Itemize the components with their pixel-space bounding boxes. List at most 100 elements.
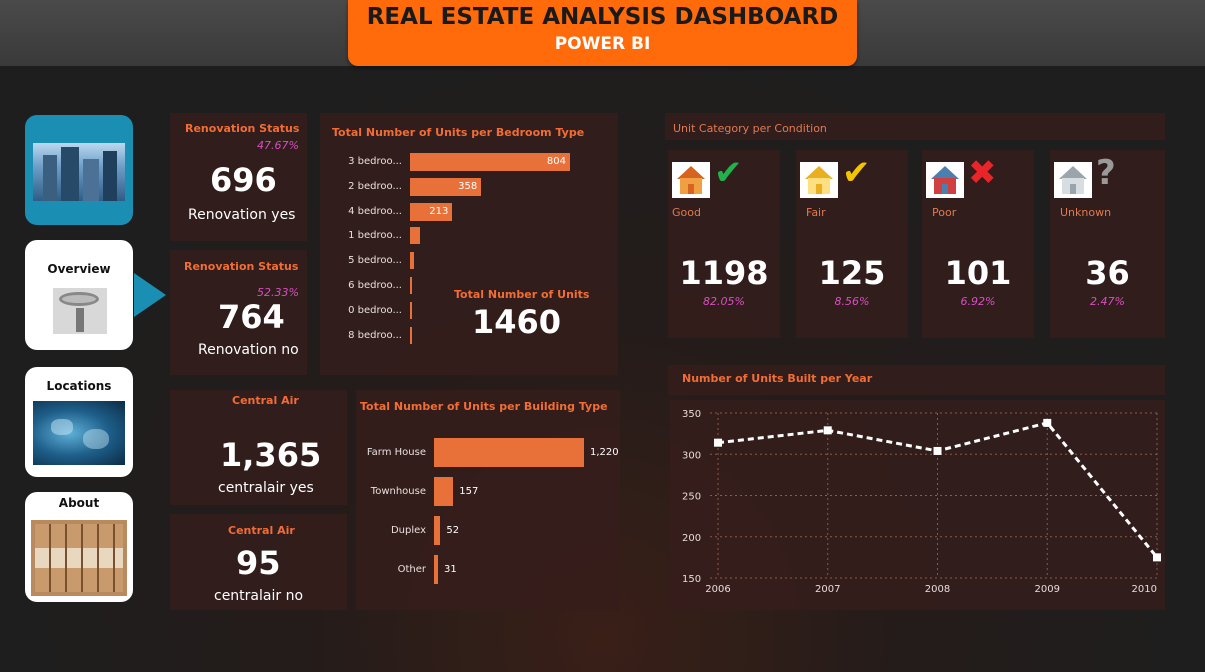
- total-units-label: Total Number of Units: [454, 288, 590, 301]
- renovation-yes-value: 696: [210, 161, 277, 199]
- bar-value-label: 804: [546, 156, 566, 167]
- condition-name: Unknown: [1060, 206, 1112, 219]
- dashboard-title: REAL ESTATE ANALYSIS DASHBOARD: [366, 4, 839, 30]
- condition-value: 101: [944, 254, 1012, 292]
- central-air-no-card: Central Air 95 centralair no: [170, 514, 347, 610]
- bar-category-label: 8 bedroo...: [348, 329, 402, 341]
- y-tick-label: 200: [682, 533, 701, 544]
- year-chart-header: Number of Units Built per Year: [668, 365, 1165, 395]
- y-tick-label: 300: [682, 450, 701, 461]
- condition-name: Good: [672, 206, 701, 219]
- data-point[interactable]: [823, 426, 832, 435]
- y-tick-label: 250: [682, 492, 701, 503]
- check-icon: ✔: [714, 153, 743, 193]
- bar-category-label: 6 bedroo...: [348, 280, 402, 291]
- condition-name: Fair: [806, 206, 826, 219]
- card-title: Renovation Status: [185, 122, 300, 135]
- condition-percentage: 6.92%: [960, 295, 996, 308]
- bar-category-label: Other: [397, 564, 426, 575]
- condition-card-unknown: ? Unknown 36 2.47%: [1050, 150, 1165, 338]
- nav-about-label: About: [58, 496, 100, 510]
- nav-locations-label: Locations: [46, 379, 112, 393]
- dashboard-subtitle: POWER BI: [554, 34, 651, 54]
- data-point[interactable]: [1153, 553, 1161, 562]
- data-point[interactable]: [1043, 418, 1052, 427]
- card-title: Central Air: [228, 524, 295, 537]
- x-tick-label: 2009: [1035, 584, 1060, 595]
- bar-category-label: Duplex: [390, 525, 426, 536]
- bar[interactable]: [410, 227, 420, 245]
- data-point[interactable]: [714, 438, 722, 447]
- condition-value: 36: [1085, 254, 1130, 292]
- bar-category-label: 3 bedroo...: [348, 156, 402, 167]
- nav-locations-button[interactable]: Locations: [25, 367, 133, 477]
- bar-category-label: 5 bedroo...: [348, 255, 402, 267]
- condition-percentage: 82.05%: [703, 295, 745, 308]
- bar-value-label: 52: [446, 525, 460, 536]
- condition-card-poor: ✖ Poor 101 6.92%: [922, 150, 1034, 338]
- house-fair-icon: [800, 162, 838, 198]
- x-tick-label: 2006: [705, 584, 730, 595]
- year-chart-panel: 350 300 250 200 150 2006 2007 2008 2009 2010: [670, 400, 1165, 610]
- nav-overview-button[interactable]: Overview: [25, 240, 133, 350]
- data-point[interactable]: [933, 446, 942, 455]
- central-air-yes-card: Central Air 1,365 centralair yes: [170, 390, 347, 505]
- bedroom-chart-panel: Total Number of Units per Bedroom Type 3…: [320, 113, 618, 375]
- central-air-yes-label: centralair yes: [218, 480, 314, 496]
- x-tick-label: 2007: [815, 584, 840, 595]
- bar[interactable]: [410, 252, 415, 270]
- bedroom-bar-chart: 3 bedroo... 804 2 bedroo... 358 4 bedroo... 2…: [320, 113, 618, 375]
- condition-title: Unit Category per Condition: [673, 122, 827, 135]
- bar[interactable]: [410, 301, 412, 319]
- nav-home-button[interactable]: [25, 115, 133, 225]
- condition-percentage: 2.47%: [1090, 295, 1125, 308]
- bar-value-label: 358: [458, 180, 478, 192]
- x-tick-label: 2010: [1132, 584, 1157, 595]
- bar[interactable]: [410, 326, 412, 344]
- condition-value: 1198: [679, 254, 769, 292]
- bar-category-label: 1 bedroo...: [348, 230, 402, 242]
- y-tick-label: 150: [682, 574, 701, 585]
- bar-category-label: 2 bedroo...: [348, 180, 402, 192]
- about-tiles-image: [31, 520, 127, 596]
- bar[interactable]: [434, 438, 584, 467]
- bar[interactable]: [434, 516, 441, 545]
- central-air-no-value: 95: [236, 544, 281, 582]
- world-map-image: [33, 401, 125, 465]
- bar[interactable]: [434, 555, 438, 584]
- active-page-arrow-icon: [134, 273, 166, 317]
- chart-title: Number of Units Built per Year: [682, 372, 873, 385]
- condition-value: 125: [818, 254, 886, 292]
- renovation-no-card: Renovation Status 52.33% 764 Renovation …: [170, 250, 307, 375]
- bar-value-label: 213: [429, 205, 449, 217]
- renovation-yes-card: Renovation Status 47.67% 696 Renovation …: [170, 113, 307, 241]
- nav-about-button[interactable]: About: [25, 492, 133, 602]
- title-banner: REAL ESTATE ANALYSIS DASHBOARD POWER BI: [348, 0, 857, 66]
- bar-category-label: 0 bedroo...: [348, 304, 402, 316]
- question-icon: ?: [1096, 153, 1116, 193]
- renovation-no-value: 764: [218, 298, 285, 336]
- house-unknown-icon: [1054, 162, 1092, 198]
- building-bar-chart: Farm House 1,220 Townhouse 157 Duplex 52 Other…: [356, 390, 620, 610]
- bar-value-label: 157: [459, 486, 479, 497]
- condition-header: Unit Category per Condition: [665, 113, 1165, 140]
- condition-name: Poor: [932, 206, 957, 219]
- condition-card-fair: ✔ Fair 125 8.56%: [796, 150, 908, 338]
- renovation-yes-label: Renovation yes: [188, 207, 296, 223]
- year-line-chart: 350 300 250 200 150 2006 2007 2008 2009 2010: [682, 409, 1161, 595]
- total-units-value: 1460: [472, 303, 562, 341]
- bar-value-label: 1,220: [590, 447, 619, 458]
- condition-percentage: 8.56%: [834, 295, 870, 308]
- house-good-icon: [672, 162, 710, 198]
- renovation-no-label: Renovation no: [198, 342, 299, 358]
- bar-category-label: Farm House: [366, 447, 426, 458]
- bar[interactable]: [434, 477, 454, 506]
- overview-magnifier-image: [53, 288, 107, 334]
- nav-overview-label: Overview: [47, 262, 111, 276]
- check-icon: ✔: [842, 153, 871, 193]
- bar[interactable]: [410, 277, 412, 294]
- bar-category-label: Townhouse: [370, 486, 426, 497]
- condition-card-good: ✔ Good 1198 82.05%: [668, 150, 780, 338]
- buildings-image: [33, 143, 125, 201]
- cross-icon: ✖: [968, 153, 997, 193]
